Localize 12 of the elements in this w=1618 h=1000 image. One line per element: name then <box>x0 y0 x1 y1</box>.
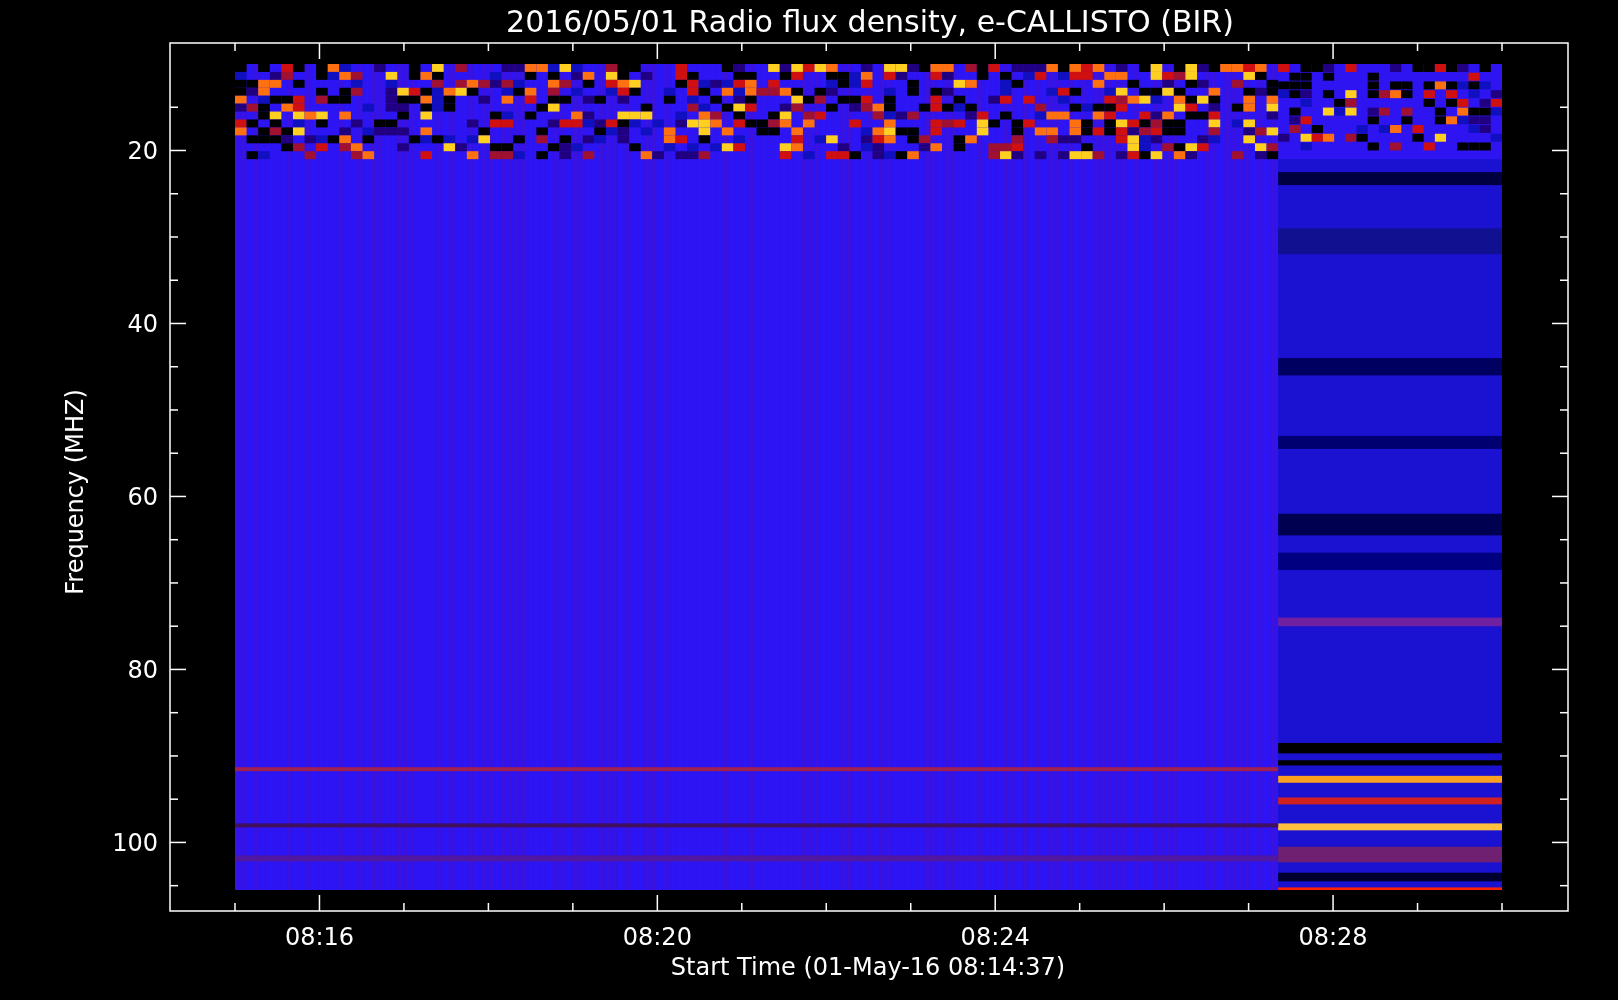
x-axis-label: Start Time (01-May-16 08:14:37) <box>670 953 1066 981</box>
y-tick-label: 40 <box>127 310 158 339</box>
y-tick-label: 100 <box>112 829 158 858</box>
chart-title: 2016/05/01 Radio flux density, e-CALLISTO (BIR) <box>506 4 1234 39</box>
y-tick-label: 80 <box>127 656 158 685</box>
x-tick-label: 08:24 <box>960 923 1030 951</box>
x-tick-label: 08:28 <box>1298 923 1368 951</box>
y-axis-label: Frequency (MHZ) <box>61 389 89 595</box>
y-tick-label: 60 <box>127 483 158 512</box>
x-tick-label: 08:16 <box>284 923 355 951</box>
x-tick-label: 08:20 <box>622 923 692 951</box>
y-tick-label: 20 <box>127 137 158 166</box>
